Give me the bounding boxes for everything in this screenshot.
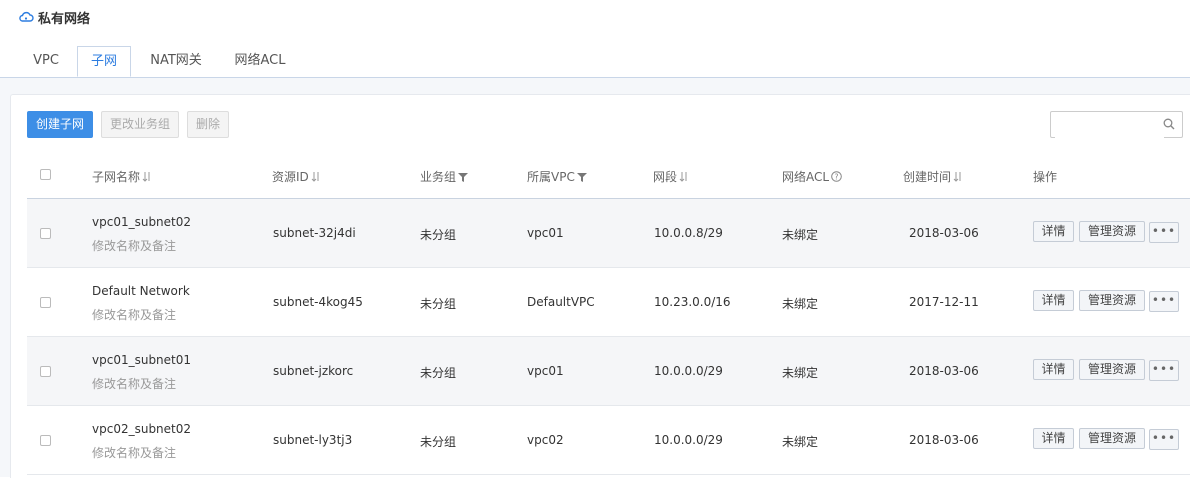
- detail-button[interactable]: 详情: [1033, 428, 1074, 449]
- group: 未分组: [420, 297, 457, 311]
- row-checkbox[interactable]: [40, 435, 51, 446]
- row-checkbox[interactable]: [40, 366, 51, 377]
- edit-name-link[interactable]: 修改名称及备注: [92, 306, 176, 323]
- tab-nat-gateway[interactable]: NAT网关: [138, 44, 214, 77]
- subnet-name: vpc01_subnet01: [92, 353, 192, 367]
- more-button[interactable]: •••: [1149, 360, 1179, 381]
- tab-bar: VPC 子网 NAT网关 网络ACL: [0, 44, 1190, 78]
- cidr: 10.0.0.8/29: [654, 226, 723, 240]
- manage-resource-button[interactable]: 管理资源: [1079, 221, 1145, 242]
- resource-id: subnet-ly3tj3: [273, 433, 353, 447]
- sort-icon[interactable]: [953, 171, 963, 182]
- table-row: vpc01_subnet02 修改名称及备注 subnet-32j4di 未分组…: [27, 199, 1190, 267]
- th-group[interactable]: 业务组: [420, 168, 469, 185]
- help-icon[interactable]: ?: [831, 171, 842, 182]
- tab-vpc[interactable]: VPC: [18, 44, 74, 77]
- th-ops: 操作: [1033, 170, 1058, 184]
- acl-status: 未绑定: [782, 228, 819, 242]
- search-icon[interactable]: [1163, 118, 1175, 130]
- group: 未分组: [420, 366, 457, 380]
- acl-status: 未绑定: [782, 366, 819, 380]
- row-checkbox[interactable]: [40, 297, 51, 308]
- created-date: 2018-03-06: [909, 433, 979, 447]
- group: 未分组: [420, 435, 457, 449]
- manage-resource-button[interactable]: 管理资源: [1079, 428, 1145, 449]
- group: 未分组: [420, 228, 457, 242]
- vpc: vpc01: [527, 364, 564, 378]
- page-title: 私有网络: [38, 11, 91, 27]
- table-row: Default Network 修改名称及备注 subnet-4kog45 未分…: [27, 268, 1190, 336]
- tab-network-acl[interactable]: 网络ACL: [220, 44, 300, 77]
- sort-icon[interactable]: [142, 171, 152, 182]
- filter-icon[interactable]: [576, 172, 587, 182]
- resource-id: subnet-jzkorc: [273, 364, 354, 378]
- vpc: vpc02: [527, 433, 564, 447]
- resource-id: subnet-32j4di: [273, 226, 356, 240]
- sort-icon[interactable]: [311, 171, 321, 182]
- page-header: 私有网络: [18, 8, 91, 27]
- subnet-name: vpc02_subnet02: [92, 422, 192, 436]
- manage-resource-button[interactable]: 管理资源: [1079, 290, 1145, 311]
- delete-button[interactable]: 删除: [187, 111, 230, 138]
- vpc: DefaultVPC: [527, 295, 595, 309]
- create-subnet-button[interactable]: 创建子网: [27, 111, 94, 138]
- resource-id: subnet-4kog45: [273, 295, 363, 309]
- table-row: vpc01_subnet01 修改名称及备注 subnet-jzkorc 未分组…: [27, 337, 1190, 405]
- row-checkbox[interactable]: [40, 228, 51, 239]
- manage-resource-button[interactable]: 管理资源: [1079, 359, 1145, 380]
- cidr: 10.23.0.0/16: [654, 295, 731, 309]
- select-all-checkbox[interactable]: [40, 169, 51, 180]
- row-divider: [27, 474, 1190, 475]
- sort-icon[interactable]: [679, 171, 689, 182]
- created-date: 2018-03-06: [909, 364, 979, 378]
- detail-button[interactable]: 详情: [1033, 359, 1074, 380]
- th-acl: 网络ACL ?: [782, 168, 842, 185]
- change-group-button[interactable]: 更改业务组: [101, 111, 180, 138]
- th-name[interactable]: 子网名称: [92, 168, 152, 185]
- cidr: 10.0.0.0/29: [654, 433, 723, 447]
- vpc: vpc01: [527, 226, 564, 240]
- subnet-name: Default Network: [92, 284, 190, 298]
- table-row: vpc02_subnet02 修改名称及备注 subnet-ly3tj3 未分组…: [27, 406, 1190, 474]
- edit-name-link[interactable]: 修改名称及备注: [92, 375, 176, 392]
- th-vpc[interactable]: 所属VPC: [527, 168, 587, 185]
- subnet-name: vpc01_subnet02: [92, 215, 192, 229]
- cidr: 10.0.0.0/29: [654, 364, 723, 378]
- search-box: [1050, 111, 1183, 138]
- created-date: 2017-12-11: [909, 295, 979, 309]
- svg-text:?: ?: [835, 172, 839, 181]
- th-created[interactable]: 创建时间: [903, 168, 963, 185]
- tab-subnet[interactable]: 子网: [77, 46, 131, 77]
- acl-status: 未绑定: [782, 435, 819, 449]
- detail-button[interactable]: 详情: [1033, 290, 1074, 311]
- more-button[interactable]: •••: [1149, 429, 1179, 450]
- edit-name-link[interactable]: 修改名称及备注: [92, 237, 176, 254]
- edit-name-link[interactable]: 修改名称及备注: [92, 444, 176, 461]
- cloud-network-icon: [19, 11, 34, 22]
- created-date: 2018-03-06: [909, 226, 979, 240]
- search-input[interactable]: [1055, 113, 1164, 138]
- filter-icon[interactable]: [458, 172, 469, 182]
- more-button[interactable]: •••: [1149, 222, 1179, 243]
- more-button[interactable]: •••: [1149, 291, 1179, 312]
- detail-button[interactable]: 详情: [1033, 221, 1074, 242]
- acl-status: 未绑定: [782, 297, 819, 311]
- th-resource-id[interactable]: 资源ID: [272, 168, 321, 185]
- th-cidr[interactable]: 网段: [653, 168, 689, 185]
